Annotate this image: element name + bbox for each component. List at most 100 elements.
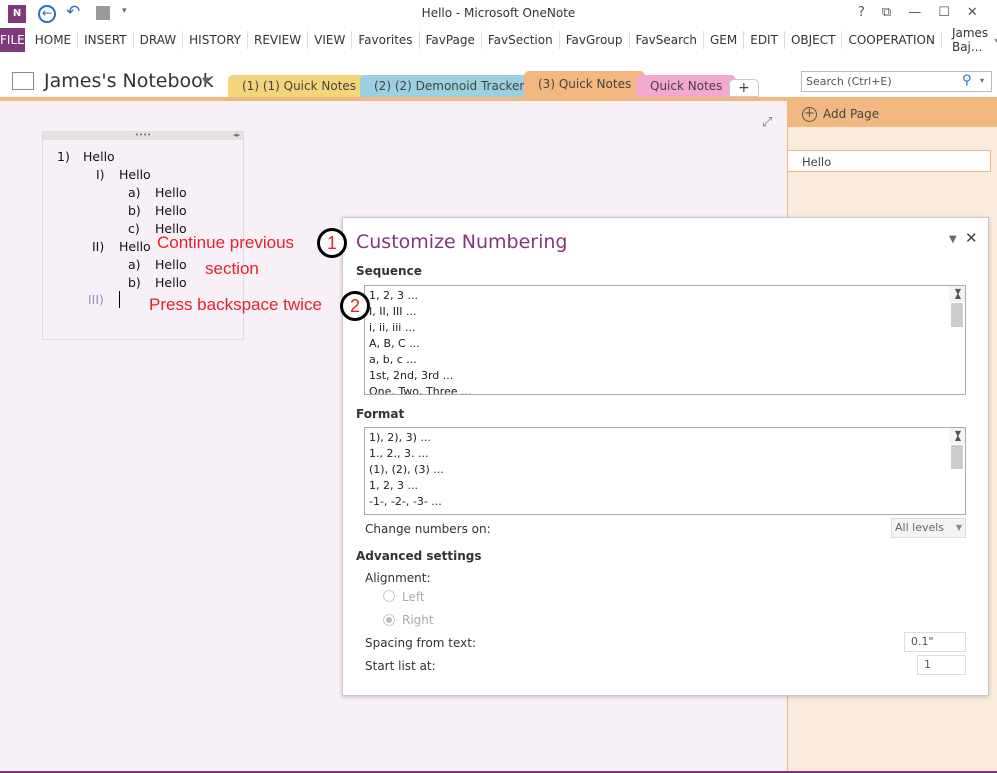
minimize-icon[interactable]: — <box>908 5 921 20</box>
section-tab-3-active[interactable]: (3) Quick Notes <box>524 71 646 97</box>
annotation-continue: Continue previous <box>157 233 295 252</box>
sequence-option[interactable]: I, II, III ... <box>367 304 965 320</box>
ribbon-tab-favsearch[interactable]: FavSearch <box>630 31 704 49</box>
list-number: b) <box>128 203 141 218</box>
sequence-option[interactable]: a, b, c ... <box>367 352 965 368</box>
section-tab-2[interactable]: (2) (2) Demonoid Tracker <box>360 75 539 97</box>
format-option[interactable]: -1-, -2-, -3- ... <box>367 494 965 510</box>
sequence-option[interactable]: i, ii, iii ... <box>367 320 965 336</box>
format-option[interactable]: (1), (2), (3) ... <box>367 462 965 478</box>
sequence-label: Sequence <box>356 264 422 278</box>
ribbon-tab-insert[interactable]: INSERT <box>78 31 134 49</box>
list-number: II) <box>92 239 105 254</box>
ribbon-tab-favorites[interactable]: Favorites <box>352 31 420 49</box>
list-item-text[interactable]: Hello <box>83 149 115 164</box>
search-icon[interactable]: ⚲ <box>962 73 972 88</box>
list-item-text[interactable]: Hello <box>155 203 187 218</box>
list-number: c) <box>128 221 140 236</box>
align-right-radio[interactable] <box>383 614 395 626</box>
align-left-radio[interactable] <box>383 590 395 602</box>
note-drag-handle[interactable]: •••• ◂▸ <box>43 132 243 140</box>
list-item-text[interactable]: Hello <box>119 167 151 182</box>
ribbon-tab-favsection[interactable]: FavSection <box>482 31 560 49</box>
format-option[interactable]: 1), 2), 3) ... <box>367 430 965 446</box>
pane-close-icon[interactable]: ✕ <box>965 229 978 247</box>
page-item-hello[interactable]: Hello <box>787 150 991 172</box>
align-left-label: Left <box>402 590 425 604</box>
list-item-text[interactable]: Hello <box>155 257 187 272</box>
list-number: b) <box>128 275 141 290</box>
ribbon-tab-view[interactable]: VIEW <box>308 31 353 49</box>
format-option[interactable]: 1., 2., 3. ... <box>367 446 965 462</box>
title-bar: N ← ↶ ▾ Hello - Microsoft OneNote ? ⧉ — … <box>0 0 997 28</box>
annotation-marker-1: 1 <box>317 228 347 258</box>
ribbon-tab-review[interactable]: REVIEW <box>248 31 309 49</box>
annotation-marker-2: 2 <box>340 291 370 321</box>
sequence-scrollbar[interactable]: ▲ ▼ <box>949 286 965 327</box>
add-page-button[interactable]: + Add Page <box>788 101 997 127</box>
align-right-label: Right <box>402 613 434 627</box>
list-item-text[interactable]: Hello <box>155 185 187 200</box>
change-numbers-label: Change numbers on: <box>365 522 491 536</box>
sequence-option[interactable]: A, B, C ... <box>367 336 965 352</box>
dropdown-arrow-icon: ▼ <box>955 523 962 532</box>
notebook-icon <box>12 72 34 90</box>
ribbon-tab-object[interactable]: OBJECT <box>785 31 843 49</box>
add-page-icon: + <box>802 106 817 122</box>
annotation-section: section <box>205 259 259 278</box>
change-numbers-value: All levels <box>895 521 945 534</box>
ribbon-tab-home[interactable]: HOME <box>29 31 79 49</box>
sequence-option[interactable]: 1st, 2nd, 3rd ... <box>367 368 965 384</box>
start-list-label: Start list at: <box>365 659 436 673</box>
list-number: a) <box>128 257 141 272</box>
user-name[interactable]: James Baj... <box>952 26 988 54</box>
start-list-input[interactable]: 1 <box>917 655 966 675</box>
note-resize-icon[interactable]: ◂▸ <box>233 132 240 139</box>
sequence-option[interactable]: One, Two, Three ... <box>367 384 965 394</box>
list-number: III) <box>88 292 104 307</box>
ribbon-tab-edit[interactable]: EDIT <box>744 31 785 49</box>
alignment-label: Alignment: <box>365 571 431 585</box>
search-input[interactable]: Search (Ctrl+E) <box>806 75 892 88</box>
ribbon-tab-gem[interactable]: GEM <box>704 31 745 49</box>
maximize-icon[interactable]: ☐ <box>938 5 950 20</box>
notebook-dropdown-icon[interactable]: ▼ <box>202 76 210 87</box>
format-list[interactable]: 1), 2), 3) ... 1., 2., 3. ... (1), (2), (3… <box>364 427 966 515</box>
format-option[interactable]: 1, 2, 3 ... <box>367 478 965 494</box>
text-cursor <box>119 291 120 308</box>
list-item-text[interactable]: Hello <box>155 275 187 290</box>
add-section-button[interactable]: + <box>729 79 759 97</box>
ribbon-tab-draw[interactable]: DRAW <box>134 31 184 49</box>
annotation-backspace: Press backspace twice <box>149 295 322 314</box>
spacing-input[interactable]: 0.1" <box>904 632 966 652</box>
ribbon-tab-cooperation[interactable]: COOPERATION <box>842 31 942 49</box>
format-label: Format <box>356 407 405 421</box>
list-number: I) <box>96 167 105 182</box>
ribbon-tab-favgroup[interactable]: FavGroup <box>560 31 630 49</box>
ribbon-tabs: FILE HOME INSERT DRAW HISTORY REVIEW VIEW Favo… <box>0 26 997 54</box>
close-icon[interactable]: ✕ <box>967 5 978 20</box>
notebook-name[interactable]: James's Notebook <box>44 70 214 92</box>
sequence-list[interactable]: 1, 2, 3 ... I, II, III ... i, ii, iii ... A… <box>364 285 966 395</box>
ribbon-tab-favpage[interactable]: FavPage <box>420 31 482 49</box>
pane-options-icon[interactable]: ▼ <box>949 234 957 245</box>
ribbon-display-icon[interactable]: ⧉ <box>882 5 891 20</box>
expand-icon[interactable]: ⤢ <box>762 115 772 130</box>
customize-numbering-pane: Customize Numbering ▼ ✕ Sequence 1, 2, 3… <box>342 217 989 696</box>
help-icon[interactable]: ? <box>858 5 865 20</box>
sequence-option[interactable]: 1, 2, 3 ... <box>367 288 965 304</box>
format-scrollbar[interactable]: ▲ ▼ <box>949 428 965 469</box>
list-item-text[interactable]: Hello <box>119 239 151 254</box>
section-tab-1[interactable]: (1) (1) Quick Notes <box>228 75 371 97</box>
list-number: 1) <box>57 149 70 164</box>
spacing-label: Spacing from text: <box>365 636 477 650</box>
search-scope-dropdown-icon[interactable]: ▾ <box>980 76 984 85</box>
section-tab-4[interactable]: Quick Notes <box>636 75 737 97</box>
ribbon-tab-history[interactable]: HISTORY <box>183 31 249 49</box>
add-page-label: Add Page <box>823 107 880 121</box>
pane-title: Customize Numbering <box>356 231 568 253</box>
window-title: Hello - Microsoft OneNote <box>421 6 576 20</box>
change-numbers-dropdown[interactable]: All levels ▼ <box>891 518 966 538</box>
file-tab[interactable]: FILE <box>0 28 25 52</box>
advanced-settings-label: Advanced settings <box>356 549 482 563</box>
